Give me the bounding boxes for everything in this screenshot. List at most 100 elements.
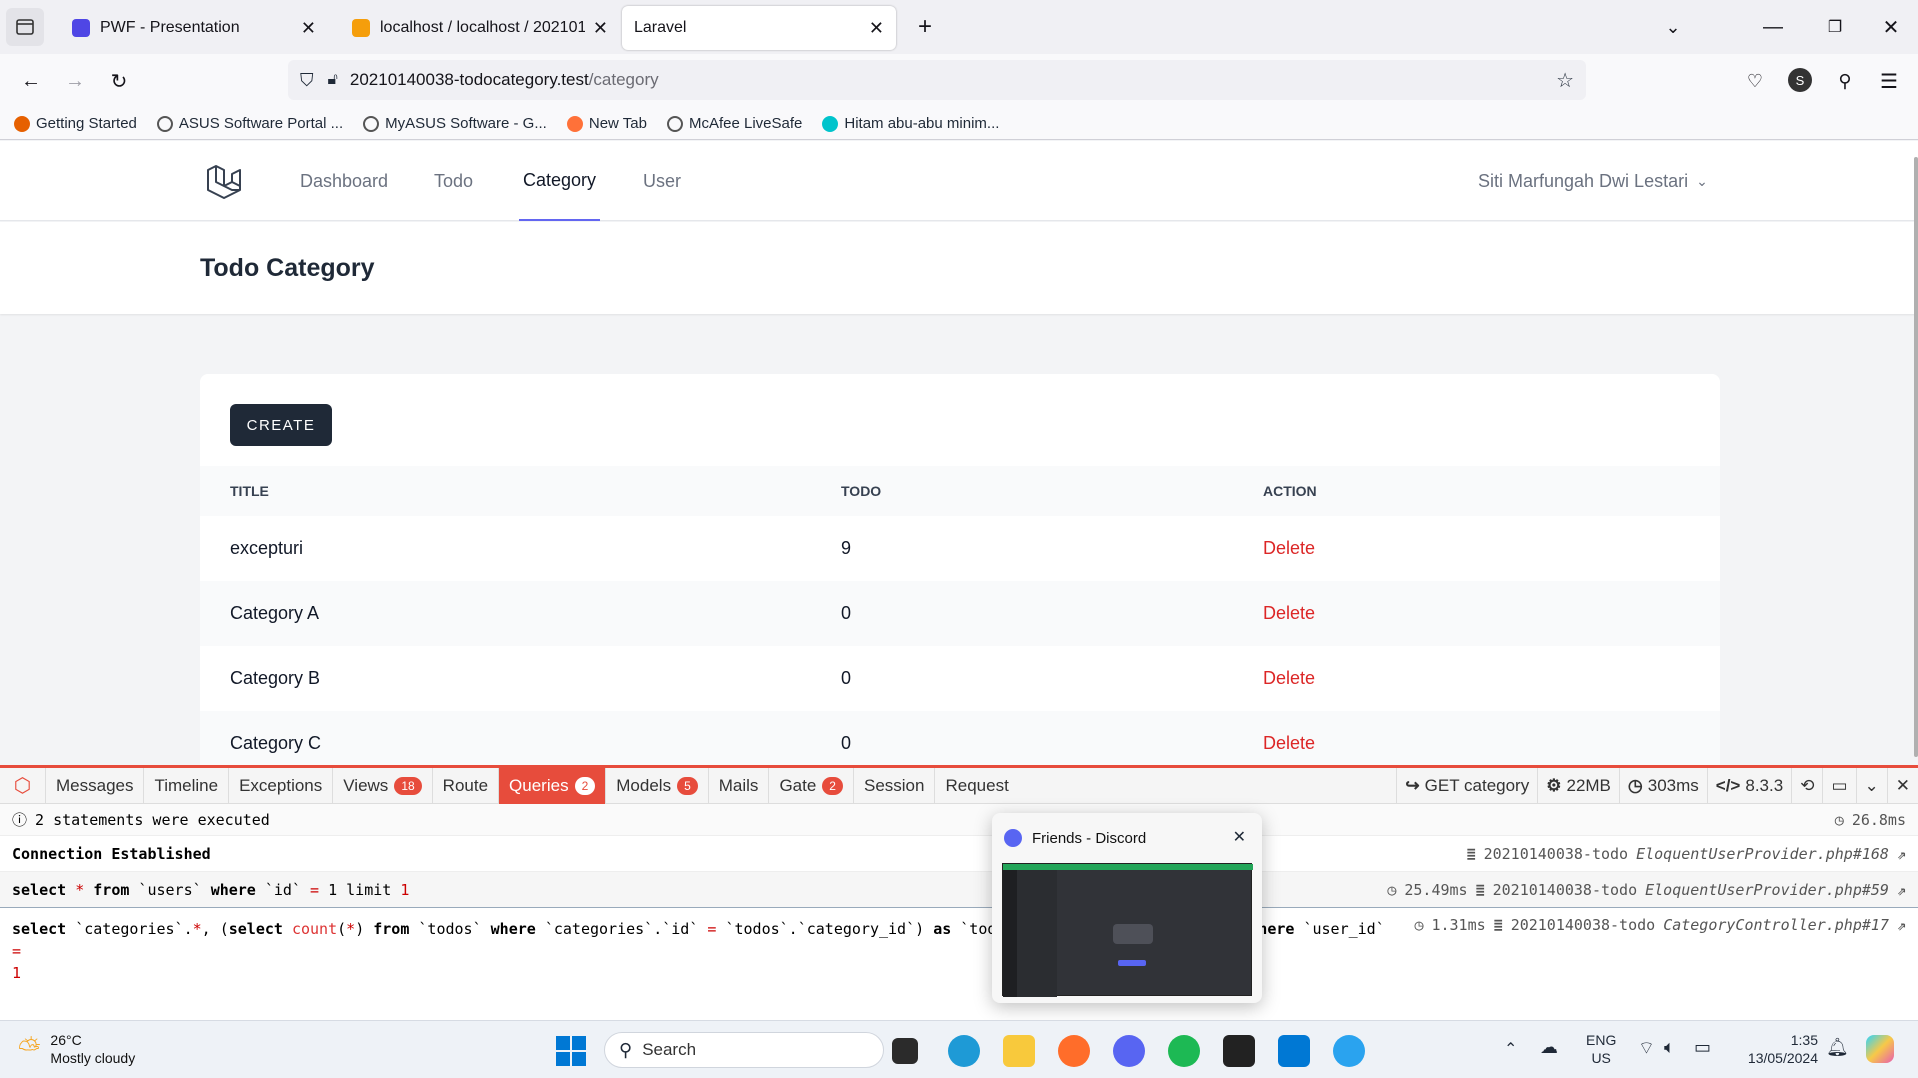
edge-icon[interactable]	[948, 1035, 980, 1067]
user-menu[interactable]: Siti Marfungah Dwi Lestari ⌄	[1478, 141, 1708, 221]
menu-icon[interactable]: ☰	[1874, 66, 1904, 96]
discord-preview-popup[interactable]: Friends - Discord ✕	[992, 813, 1262, 1003]
browser-tab[interactable]: localhost / localhost / 2021014( ✕	[340, 6, 620, 50]
external-link-icon[interactable]: ⇗	[1897, 881, 1906, 899]
query-summary: ⓘ 2 statements were executed ◷ 26.8ms	[0, 804, 1918, 836]
copilot-icon[interactable]	[1866, 1035, 1894, 1063]
close-window-icon[interactable]: ✕	[1876, 12, 1906, 42]
count-badge: 2	[822, 776, 843, 795]
delete-link[interactable]: Delete	[1263, 516, 1315, 581]
bookmark-item[interactable]: MyASUS Software - G...	[363, 115, 547, 132]
back-icon[interactable]: ←	[14, 64, 48, 98]
firefox-taskbar-icon[interactable]	[1058, 1035, 1090, 1067]
folder-open-icon[interactable]: ▭	[1822, 768, 1855, 804]
extensions-icon[interactable]: ⚲	[1830, 66, 1860, 96]
debug-tab-gate[interactable]: Gate 2	[769, 767, 854, 804]
pocket-icon[interactable]: ♡	[1740, 66, 1770, 96]
clock[interactable]: 1:35 13/05/2024	[1738, 1031, 1818, 1067]
debug-tab-timeline[interactable]: Timeline	[144, 767, 230, 804]
language-indicator[interactable]: ENG US	[1586, 1031, 1616, 1067]
taskbar-search[interactable]: ⚲ Search	[604, 1032, 884, 1068]
close-tab-icon[interactable]: ✕	[301, 18, 316, 39]
close-preview-icon[interactable]: ✕	[1233, 827, 1246, 847]
nav-user[interactable]: User	[643, 141, 681, 221]
browser-tab[interactable]: PWF - Presentation ✕	[60, 6, 328, 50]
total-time: ◷ 26.8ms	[1835, 811, 1906, 829]
bookmark-star-icon[interactable]: ☆	[1556, 68, 1574, 93]
restore-window-icon[interactable]: ❐	[1820, 12, 1850, 42]
page-scrollbar[interactable]	[1914, 157, 1918, 757]
forward-icon[interactable]: →	[58, 64, 92, 98]
close-tab-icon[interactable]: ✕	[869, 18, 884, 39]
volume-icon[interactable]: 🔈︎	[1664, 1037, 1675, 1058]
minimize-debugbar-icon[interactable]: ⌄	[1855, 768, 1887, 804]
insecure-lock-icon[interactable]: 🔓︎	[328, 71, 338, 89]
query-row[interactable]: select `categories`.*, (select count(*) …	[0, 908, 1918, 982]
debug-tab-request[interactable]: Request	[935, 768, 1018, 804]
debug-tab-mails[interactable]: Mails	[709, 767, 770, 804]
delete-link[interactable]: Delete	[1263, 711, 1315, 765]
minimize-window-icon[interactable]: —	[1758, 12, 1788, 42]
column-header-title: TITLE	[230, 483, 269, 499]
history-icon[interactable]: ⟲	[1791, 768, 1822, 804]
show-hidden-icons-chevron-icon[interactable]: ⌃	[1504, 1039, 1517, 1059]
tab-overflow-chevron-icon[interactable]: ⌄	[1658, 12, 1688, 42]
time-indicator[interactable]: ◷ 303ms	[1618, 768, 1707, 804]
row-todo-count: 0	[841, 668, 852, 688]
reload-icon[interactable]: ↻	[102, 64, 136, 98]
wifi-icon[interactable]: ⌔	[1638, 1037, 1655, 1060]
tab-list-icon[interactable]	[6, 8, 44, 46]
external-link-icon[interactable]: ⇗	[1897, 916, 1906, 934]
browser-tab-active[interactable]: Laravel ✕	[622, 6, 896, 50]
row-todo-count: 0	[841, 733, 852, 753]
bookmark-item[interactable]: New Tab	[566, 115, 647, 132]
bookmark-item[interactable]: Getting Started	[14, 115, 137, 132]
terminal-icon[interactable]	[1223, 1035, 1255, 1067]
debug-tab-queries[interactable]: Queries 2	[499, 767, 607, 804]
delete-link[interactable]: Delete	[1263, 581, 1315, 646]
tab-label: Route	[442, 775, 489, 795]
create-button[interactable]: CREATE	[230, 404, 332, 446]
discord-taskbar-icon[interactable]	[1113, 1035, 1145, 1067]
battery-icon[interactable]: ▭	[1694, 1037, 1711, 1058]
address-bar[interactable]: ⛉ 🔓︎ 20210140038-todocategory.test/categ…	[288, 60, 1586, 100]
bookmark-item[interactable]: Hitam abu-abu minim...	[822, 115, 999, 132]
bookmark-item[interactable]: McAfee LiveSafe	[666, 115, 802, 132]
bookmark-item[interactable]: ASUS Software Portal ...	[156, 115, 344, 132]
close-tab-icon[interactable]: ✕	[593, 18, 608, 39]
nav-category[interactable]: Category	[519, 141, 601, 221]
task-view-icon[interactable]	[892, 1038, 918, 1064]
database-icon: ≣	[1466, 844, 1476, 863]
query-row[interactable]: select * from `users` where `id` = 1 lim…	[0, 872, 1918, 908]
time-text: 303ms	[1647, 776, 1699, 795]
close-debugbar-icon[interactable]: ✕	[1886, 768, 1918, 804]
debug-tab-messages[interactable]: Messages	[46, 767, 145, 804]
file-explorer-icon[interactable]	[1003, 1035, 1035, 1067]
route-indicator[interactable]: ↪ GET category	[1396, 768, 1537, 804]
debug-tab-exceptions[interactable]: Exceptions	[229, 767, 334, 804]
debug-tab-models[interactable]: Models 5	[606, 767, 709, 804]
external-link-icon[interactable]: ⇗	[1897, 845, 1906, 863]
database-icon: ≣	[1475, 880, 1485, 899]
discord-icon	[1004, 829, 1022, 847]
debug-tab-views[interactable]: Views 18	[333, 767, 433, 804]
onedrive-icon[interactable]: ☁	[1540, 1037, 1558, 1058]
notification-bell-icon[interactable]: 🔔︎	[1826, 1037, 1849, 1058]
debugbar-logo-icon[interactable]: ⬡	[0, 767, 46, 804]
nav-dashboard[interactable]: Dashboard	[300, 141, 388, 221]
query-row-connection[interactable]: Connection Established ≣ 20210140038-todo…	[0, 836, 1918, 872]
nav-todo[interactable]: Todo	[434, 141, 473, 221]
vscode-icon[interactable]	[1278, 1035, 1310, 1067]
weather-widget[interactable]: ⛅︎ 26°C Mostly cloudy	[18, 1031, 135, 1067]
bookmark-label: ASUS Software Portal ...	[178, 115, 344, 132]
shield-icon[interactable]: ⛉	[300, 70, 314, 91]
profile-avatar[interactable]: S	[1788, 68, 1812, 92]
debug-tab-session[interactable]: Session	[854, 767, 936, 804]
spotify-icon[interactable]	[1168, 1035, 1200, 1067]
debug-tab-route[interactable]: Route	[433, 767, 500, 804]
delete-link[interactable]: Delete	[1263, 646, 1315, 711]
start-button[interactable]	[556, 1036, 586, 1066]
new-tab-icon[interactable]: +	[910, 12, 940, 42]
laravel-logo-icon[interactable]	[204, 162, 244, 202]
app-icon[interactable]	[1333, 1035, 1365, 1067]
